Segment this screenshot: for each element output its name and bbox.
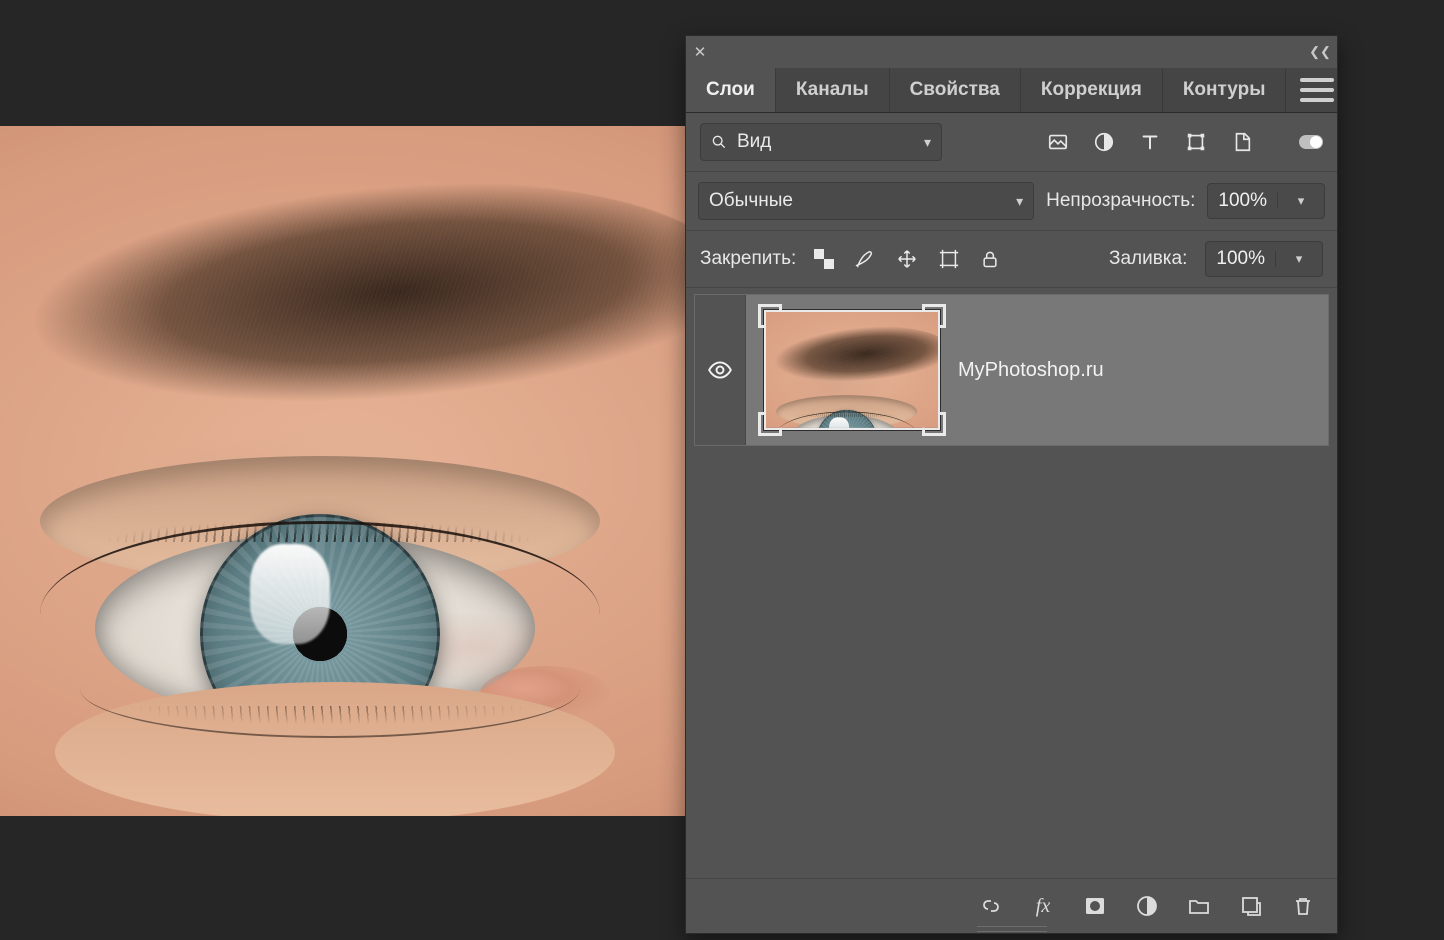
filter-adjust-icon[interactable] xyxy=(1093,131,1115,153)
lock-artboard-icon[interactable] xyxy=(938,248,960,270)
layer-name[interactable]: MyPhotoshop.ru xyxy=(958,359,1328,382)
chevron-down-icon: ▾ xyxy=(1016,193,1023,210)
panel-titlebar[interactable]: ✕ ❮❮ xyxy=(686,36,1337,68)
chevron-down-icon: ▾ xyxy=(1275,251,1322,267)
mask-icon[interactable] xyxy=(1083,894,1107,918)
link-layers-icon[interactable] xyxy=(979,894,1003,918)
lock-row: Закрепить: Заливка: 100% ▾ xyxy=(686,231,1337,288)
adjustment-layer-icon[interactable] xyxy=(1135,894,1159,918)
chevron-down-icon: ▾ xyxy=(924,134,931,151)
lock-transparent-icon[interactable] xyxy=(814,249,834,269)
lock-move-icon[interactable] xyxy=(896,248,918,270)
tab-properties[interactable]: Свойства xyxy=(890,68,1021,112)
filter-type-label: Вид xyxy=(737,131,771,153)
panel-menu-icon[interactable] xyxy=(1297,68,1337,112)
opacity-input[interactable]: 100% ▾ xyxy=(1207,183,1325,219)
tab-layers[interactable]: Слои xyxy=(686,68,776,112)
fill-label: Заливка: xyxy=(1109,248,1187,270)
fill-input[interactable]: 100% ▾ xyxy=(1205,241,1323,277)
trash-icon[interactable] xyxy=(1291,894,1315,918)
fx-icon[interactable]: fx xyxy=(1031,894,1055,918)
eye-photo xyxy=(0,126,685,816)
filter-smart-icon[interactable] xyxy=(1231,131,1253,153)
blend-mode-dropdown[interactable]: Обычные ▾ xyxy=(698,182,1034,220)
tab-adjustments[interactable]: Коррекция xyxy=(1021,68,1163,112)
close-icon[interactable]: ✕ xyxy=(686,43,714,61)
filter-type-dropdown[interactable]: Вид ▾ xyxy=(700,123,942,161)
fill-value: 100% xyxy=(1206,248,1275,270)
document-canvas[interactable] xyxy=(0,126,685,816)
blend-mode-value: Обычные xyxy=(709,190,793,212)
panel-tabs: Слои Каналы Свойства Коррекция Контуры xyxy=(686,68,1337,113)
layer-thumbnail[interactable] xyxy=(764,310,940,430)
panel-footer: fx xyxy=(686,878,1337,933)
lock-all-icon[interactable] xyxy=(980,248,1000,270)
lock-paint-icon[interactable] xyxy=(854,248,876,270)
eye-icon xyxy=(707,357,733,383)
filter-pixel-icon[interactable] xyxy=(1047,131,1069,153)
new-layer-icon[interactable] xyxy=(1239,894,1263,918)
layers-panel: ✕ ❮❮ Слои Каналы Свойства Коррекция Конт… xyxy=(685,35,1338,934)
layer-item[interactable]: MyPhotoshop.ru xyxy=(694,294,1329,446)
opacity-value: 100% xyxy=(1208,190,1277,212)
filter-shape-icon[interactable] xyxy=(1185,131,1207,153)
layer-visibility-toggle[interactable] xyxy=(695,295,746,445)
layers-list[interactable]: MyPhotoshop.ru xyxy=(686,288,1337,870)
group-icon[interactable] xyxy=(1187,894,1211,918)
filter-toggle[interactable] xyxy=(1299,135,1323,149)
layer-filter-row: Вид ▾ xyxy=(686,113,1337,172)
chevron-down-icon: ▾ xyxy=(1277,193,1324,209)
blend-row: Обычные ▾ Непрозрачность: 100% ▾ xyxy=(686,172,1337,231)
tab-channels[interactable]: Каналы xyxy=(776,68,890,112)
panel-resize-grip[interactable] xyxy=(686,926,1337,934)
opacity-label: Непрозрачность: xyxy=(1046,190,1195,212)
tab-paths[interactable]: Контуры xyxy=(1163,68,1287,112)
collapse-icon[interactable]: ❮❮ xyxy=(1303,44,1337,60)
lock-label: Закрепить: xyxy=(700,248,796,270)
filter-text-icon[interactable] xyxy=(1139,131,1161,153)
search-icon xyxy=(711,134,727,150)
